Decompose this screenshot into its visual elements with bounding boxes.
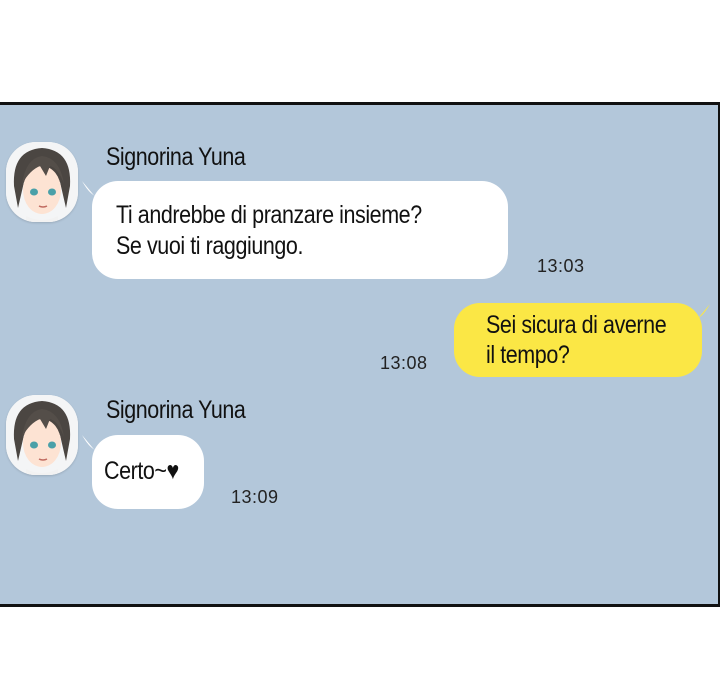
message-line: Certo~♥ [104, 457, 179, 485]
avatar[interactable] [6, 142, 78, 222]
avatar[interactable] [6, 395, 78, 475]
chat-panel: Signorina Yuna Ti andrebbe di pranzare i… [0, 102, 720, 607]
sender-name: Signorina Yuna [106, 396, 246, 424]
message-time: 13:09 [231, 487, 279, 507]
message-line: il tempo? [486, 341, 570, 369]
message-time: 13:03 [537, 256, 585, 276]
message-bubble-incoming[interactable]: Ti andrebbe di pranzare insieme? Se vuoi… [92, 181, 508, 279]
avatar-yuna-icon [6, 142, 78, 222]
sender-name: Signorina Yuna [106, 143, 246, 171]
message-line: Ti andrebbe di pranzare insieme? [116, 201, 422, 229]
message-line: Sei sicura di averne [486, 311, 667, 339]
avatar-yuna-icon [6, 395, 78, 475]
message-time: 13:08 [380, 353, 428, 373]
message-line: Se vuoi ti raggiungo. [116, 232, 303, 260]
message-bubble-outgoing[interactable]: Sei sicura di averne il tempo? [454, 303, 702, 377]
message-bubble-incoming[interactable]: Certo~♥ [92, 435, 204, 509]
